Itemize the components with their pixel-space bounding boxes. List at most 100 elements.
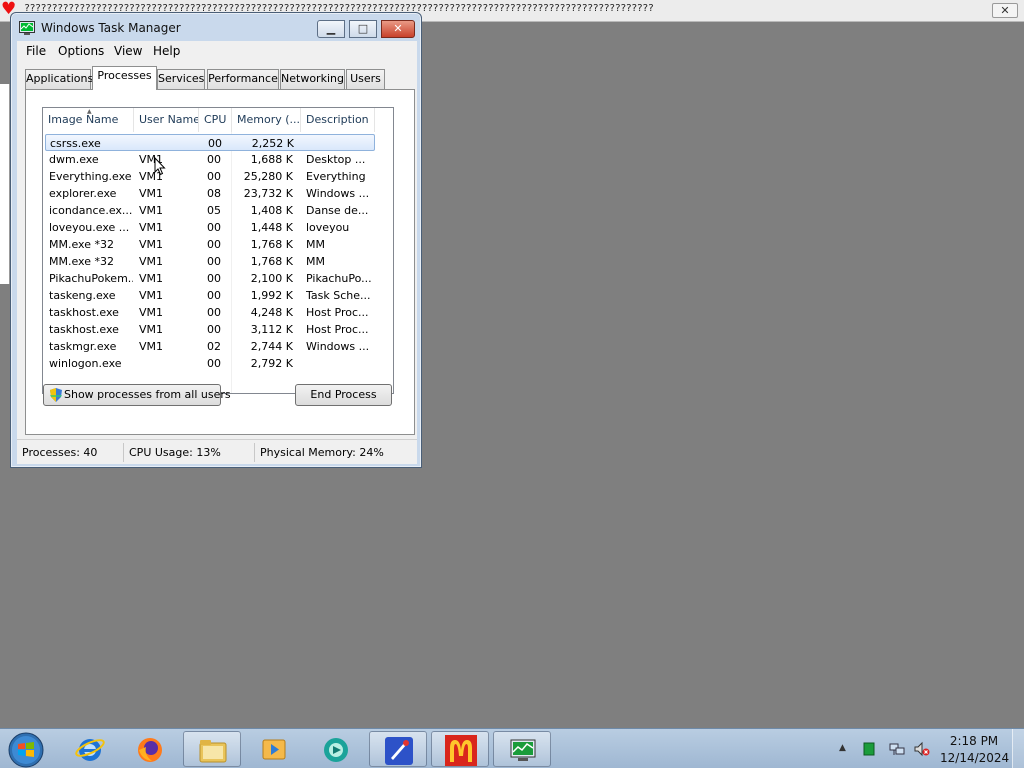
table-row[interactable]: taskhost.exe VM1 00 4,248 K Host Proc... xyxy=(45,304,375,321)
process-description: Everything xyxy=(306,170,366,183)
process-cpu: 00 xyxy=(207,272,221,285)
process-name: taskeng.exe xyxy=(49,289,116,302)
process-memory: 1,992 K xyxy=(250,289,293,302)
green-app-tray-icon[interactable] xyxy=(861,741,877,757)
table-row[interactable]: taskmgr.exe VM1 02 2,744 K Windows ... xyxy=(45,338,375,355)
table-row[interactable]: loveyou.exe ... VM1 00 1,448 K loveyou xyxy=(45,219,375,236)
process-cpu: 00 xyxy=(208,137,222,150)
window-titlebar[interactable]: Windows Task Manager ▁ □ ✕ xyxy=(11,13,421,41)
volume-muted-icon[interactable] xyxy=(914,741,930,757)
clock-time[interactable]: 2:18 PM xyxy=(944,734,1004,748)
process-name: taskhost.exe xyxy=(49,306,119,319)
network-icon[interactable] xyxy=(889,741,905,757)
menu-bar: File Options View Help xyxy=(17,41,417,61)
column-header-user-name[interactable]: User Name xyxy=(134,108,199,132)
background-close-button[interactable]: ✕ xyxy=(992,3,1018,18)
end-process-button[interactable]: End Process xyxy=(295,384,392,406)
process-cpu: 00 xyxy=(207,255,221,268)
process-description: PikachuPo... xyxy=(306,272,372,285)
taskbar-green-app[interactable] xyxy=(307,731,365,767)
process-name: explorer.exe xyxy=(49,187,117,200)
process-name: taskmgr.exe xyxy=(49,340,117,353)
taskbar-rocket-app[interactable] xyxy=(369,731,427,767)
process-description: Windows ... xyxy=(306,187,370,200)
process-cpu: 02 xyxy=(207,340,221,353)
column-header-label: Image Name xyxy=(48,113,119,126)
mouse-cursor-icon xyxy=(154,157,166,176)
process-name: MM.exe *32 xyxy=(49,238,114,251)
media-player-icon xyxy=(262,739,286,760)
process-memory: 1,688 K xyxy=(250,153,293,166)
process-name: winlogon.exe xyxy=(49,357,122,370)
show-all-processes-button[interactable]: Show processes from all users xyxy=(43,384,231,406)
table-row[interactable]: MM.exe *32 VM1 00 1,768 K MM xyxy=(45,236,375,253)
process-cpu: 00 xyxy=(207,170,221,183)
taskbar-file-explorer[interactable] xyxy=(183,731,241,767)
process-cpu: 00 xyxy=(207,289,221,302)
menu-options[interactable]: Options xyxy=(58,44,104,58)
taskbar-mcdonalds[interactable] xyxy=(431,731,489,767)
taskbar-internet-explorer[interactable] xyxy=(61,731,119,767)
process-name: loveyou.exe ... xyxy=(49,221,130,234)
table-row[interactable]: taskhost.exe VM1 00 3,112 K Host Proc... xyxy=(45,321,375,338)
tab-processes[interactable]: Processes xyxy=(92,66,157,90)
tab-performance[interactable]: Performance xyxy=(207,69,279,89)
table-row[interactable]: explorer.exe VM1 08 23,732 K Windows ... xyxy=(45,185,375,202)
column-header-image-name[interactable]: ▲ Image Name xyxy=(43,108,134,132)
show-desktop-button[interactable] xyxy=(1012,729,1024,768)
green-circle-app-icon xyxy=(324,738,348,762)
process-user: VM1 xyxy=(139,289,164,302)
maximize-button[interactable]: □ xyxy=(349,20,377,38)
processes-panel: ▲ Image Name User Name CPU Memory (... D… xyxy=(25,89,415,435)
taskbar-media-player[interactable] xyxy=(245,731,303,767)
menu-file[interactable]: File xyxy=(26,44,46,58)
table-row[interactable]: PikachuPokem... VM1 00 2,100 K PikachuPo... xyxy=(45,270,375,287)
table-row[interactable]: icondance.ex... VM1 05 1,408 K Danse de... xyxy=(45,202,375,219)
maximize-icon: □ xyxy=(357,22,369,35)
close-button[interactable]: ✕ xyxy=(381,20,415,38)
taskbar-firefox[interactable] xyxy=(121,731,179,767)
column-header-description[interactable]: Description xyxy=(301,108,375,132)
process-user: VM1 xyxy=(139,323,164,336)
windows-start-icon[interactable] xyxy=(7,732,45,768)
process-name: PikachuPokem... xyxy=(49,272,133,285)
task-manager-icon xyxy=(510,739,536,761)
column-header-memory[interactable]: Memory (... xyxy=(232,108,301,132)
tab-users[interactable]: Users xyxy=(346,69,385,89)
minimize-icon: ▁ xyxy=(326,22,336,35)
process-cpu: 00 xyxy=(207,306,221,319)
task-manager-icon xyxy=(19,21,35,35)
process-memory: 1,768 K xyxy=(250,255,293,268)
process-memory: 2,744 K xyxy=(250,340,293,353)
tab-services[interactable]: Services xyxy=(157,69,205,89)
show-hidden-icons-icon[interactable]: ▲ xyxy=(839,743,846,753)
clock-date[interactable]: 12/14/2024 xyxy=(940,751,1009,765)
menu-help[interactable]: Help xyxy=(153,44,180,58)
table-row[interactable]: MM.exe *32 VM1 00 1,768 K MM xyxy=(45,253,375,270)
process-cpu: 00 xyxy=(207,238,221,251)
table-row[interactable]: taskeng.exe VM1 00 1,992 K Task Sche... xyxy=(45,287,375,304)
status-cpu-usage: CPU Usage: 13% xyxy=(126,443,255,462)
tab-networking[interactable]: Networking xyxy=(280,69,345,89)
process-cpu: 00 xyxy=(207,221,221,234)
table-row[interactable]: Everything.exe VM1 00 25,280 K Everything xyxy=(45,168,375,185)
process-memory: 1,408 K xyxy=(250,204,293,217)
tab-applications[interactable]: Applications xyxy=(25,69,93,89)
taskbar-task-manager[interactable] xyxy=(493,731,551,767)
process-user: VM1 xyxy=(139,272,164,285)
process-memory: 2,100 K xyxy=(250,272,293,285)
status-bar: Processes: 40 CPU Usage: 13% Physical Me… xyxy=(17,439,417,464)
process-description: loveyou xyxy=(306,221,350,234)
process-description: Host Proc... xyxy=(306,323,369,336)
column-header-cpu[interactable]: CPU xyxy=(199,108,232,132)
table-row[interactable]: csrss.exe 00 2,252 K xyxy=(45,134,375,151)
process-cpu: 00 xyxy=(207,323,221,336)
menu-view[interactable]: View xyxy=(114,44,142,58)
process-list[interactable]: ▲ Image Name User Name CPU Memory (... D… xyxy=(42,107,394,394)
minimize-button[interactable]: ▁ xyxy=(317,20,345,38)
shield-icon xyxy=(50,388,62,402)
table-row[interactable]: dwm.exe VM1 00 1,688 K Desktop ... xyxy=(45,151,375,168)
mcdonalds-icon xyxy=(445,735,477,766)
task-manager-window: Windows Task Manager ▁ □ ✕ File Options … xyxy=(10,12,422,468)
table-row[interactable]: winlogon.exe 00 2,792 K xyxy=(45,355,375,372)
